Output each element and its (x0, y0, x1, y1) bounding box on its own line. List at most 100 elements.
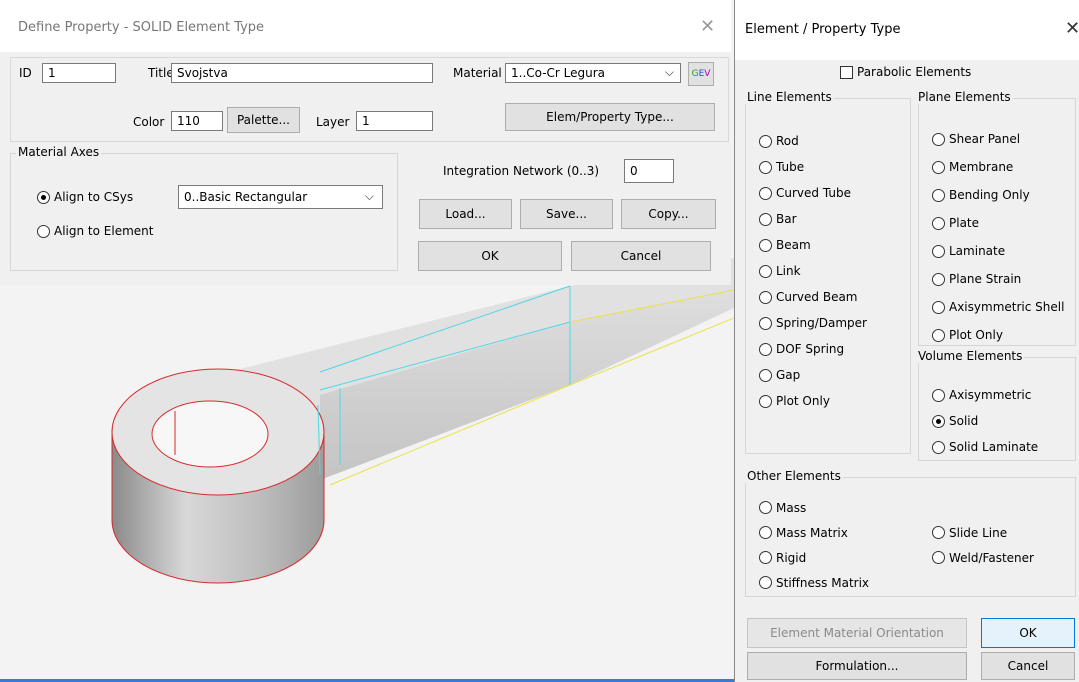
radio-label: Beam (776, 238, 811, 252)
radio-label: Link (776, 264, 801, 278)
dialog-title: Element / Property Type (745, 22, 901, 37)
radio-spring-damper[interactable]: Spring/Damper (759, 310, 867, 336)
layer-label: Layer (316, 115, 350, 129)
radio-weld-fastener[interactable]: Weld/Fastener (932, 545, 1034, 570)
radio-plate[interactable]: Plate (932, 209, 1064, 237)
material-editor-icon[interactable]: GEV (688, 62, 714, 86)
radio-unselected-icon (932, 244, 945, 258)
radio-unselected-icon (932, 216, 945, 230)
radio-label: Axisymmetric (949, 388, 1032, 402)
integration-field[interactable]: 0 (624, 159, 674, 183)
radio-membrane[interactable]: Membrane (932, 153, 1064, 181)
radio-mass[interactable]: Mass (759, 495, 869, 520)
radio-selected-icon (932, 414, 945, 428)
dialog-titlebar[interactable]: Element / Property Type ✕ (735, 0, 1079, 60)
save-button[interactable]: Save... (520, 199, 613, 229)
material-select-value: 1..Co-Cr Legura (511, 66, 606, 80)
radio-selected-icon (37, 190, 50, 204)
title-label: Title (148, 66, 174, 80)
palette-button[interactable]: Palette... (227, 107, 300, 133)
cancel-button[interactable]: Cancel (981, 652, 1075, 680)
radio-slide-line[interactable]: Slide Line (932, 520, 1034, 545)
radio-tube[interactable]: Tube (759, 154, 867, 180)
radio-unselected-icon (37, 224, 50, 238)
radio-gap[interactable]: Gap (759, 362, 867, 388)
radio-solid[interactable]: Solid (932, 408, 1038, 434)
radio-label: Axisymmetric Shell (949, 300, 1065, 314)
radio-label: Align to Element (54, 224, 154, 238)
radio-plane-plot-only[interactable]: Plot Only (932, 321, 1064, 349)
radio-bending-only[interactable]: Bending Only (932, 181, 1064, 209)
radio-align-csys[interactable]: Align to CSys (37, 190, 133, 204)
radio-link[interactable]: Link (759, 258, 867, 284)
cancel-button[interactable]: Cancel (571, 241, 711, 271)
element-property-type-dialog: Element / Property Type ✕ Parabolic Elem… (734, 0, 1079, 682)
radio-unselected-icon (759, 160, 772, 174)
radio-unselected-icon (759, 551, 772, 564)
radio-shear-panel[interactable]: Shear Panel (932, 125, 1064, 153)
radio-unselected-icon (759, 238, 772, 252)
radio-label: Plot Only (776, 394, 830, 408)
radio-dof-spring[interactable]: DOF Spring (759, 336, 867, 362)
radio-axisymmetric-shell[interactable]: Axisymmetric Shell (932, 293, 1064, 321)
load-button[interactable]: Load... (419, 199, 512, 229)
dialog-titlebar[interactable]: Define Property - SOLID Element Type ✕ (0, 0, 731, 52)
checkbox-icon (840, 65, 853, 79)
ok-button[interactable]: OK (981, 618, 1075, 648)
other-elements-right-list: Slide Line Weld/Fastener (932, 520, 1034, 570)
radio-label: Plot Only (949, 328, 1003, 342)
radio-unselected-icon (932, 526, 945, 539)
parabolic-checkbox[interactable]: Parabolic Elements (840, 65, 971, 79)
radio-rigid[interactable]: Rigid (759, 545, 869, 570)
radio-label: Stiffness Matrix (776, 575, 870, 590)
radio-curved-beam[interactable]: Curved Beam (759, 284, 867, 310)
radio-axisymmetric[interactable]: Axisymmetric (932, 382, 1038, 408)
radio-label: Bar (776, 212, 797, 226)
radio-unselected-icon (932, 300, 945, 314)
material-select[interactable]: 1..Co-Cr Legura ⌵ (505, 63, 681, 83)
radio-plane-strain[interactable]: Plane Strain (932, 265, 1064, 293)
radio-curved-tube[interactable]: Curved Tube (759, 180, 867, 206)
layer-field[interactable]: 1 (356, 111, 433, 131)
radio-unselected-icon (932, 551, 945, 564)
radio-stiffness-matrix[interactable]: Stiffness Matrix (759, 570, 869, 595)
color-field[interactable]: 110 (171, 111, 223, 131)
title-field[interactable]: Svojstva (171, 63, 433, 83)
radio-laminate[interactable]: Laminate (932, 237, 1064, 265)
color-label: Color (133, 115, 165, 129)
radio-unselected-icon (759, 264, 772, 278)
close-icon[interactable]: ✕ (1065, 18, 1079, 39)
radio-label: Align to CSys (54, 190, 134, 204)
ok-button[interactable]: OK (418, 241, 562, 271)
close-icon[interactable]: ✕ (700, 16, 715, 37)
copy-button[interactable]: Copy... (621, 199, 716, 229)
radio-rod[interactable]: Rod (759, 128, 867, 154)
chevron-down-icon: ⌵ (364, 189, 374, 203)
radio-unselected-icon (759, 394, 772, 408)
id-field[interactable]: 1 (42, 63, 116, 83)
radio-mass-matrix[interactable]: Mass Matrix (759, 520, 869, 545)
radio-align-element[interactable]: Align to Element (37, 224, 153, 238)
radio-unselected-icon (759, 316, 772, 330)
radio-label: Gap (776, 368, 801, 382)
radio-unselected-icon (759, 501, 772, 514)
radio-unselected-icon (759, 342, 772, 356)
formulation-button[interactable]: Formulation... (747, 652, 967, 680)
radio-solid-laminate[interactable]: Solid Laminate (932, 434, 1038, 460)
radio-label: Shear Panel (949, 132, 1021, 146)
csys-select-value: 0..Basic Rectangular (184, 190, 308, 204)
radio-bar[interactable]: Bar (759, 206, 867, 232)
radio-label: Solid Laminate (949, 440, 1039, 454)
elem-property-type-button[interactable]: Elem/Property Type... (505, 103, 715, 131)
radio-unselected-icon (759, 290, 772, 304)
radio-line-plot-only[interactable]: Plot Only (759, 388, 867, 414)
radio-label: Plane Strain (949, 272, 1022, 286)
radio-label: Slide Line (949, 525, 1008, 540)
integration-label: Integration Network (0..3) (443, 164, 600, 178)
define-property-dialog: Define Property - SOLID Element Type ✕ I… (0, 0, 731, 285)
radio-beam[interactable]: Beam (759, 232, 867, 258)
radio-label: Weld/Fastener (949, 550, 1034, 565)
csys-select[interactable]: 0..Basic Rectangular ⌵ (178, 185, 383, 209)
element-material-orientation-button[interactable]: Element Material Orientation (747, 618, 967, 648)
radio-unselected-icon (932, 328, 945, 342)
